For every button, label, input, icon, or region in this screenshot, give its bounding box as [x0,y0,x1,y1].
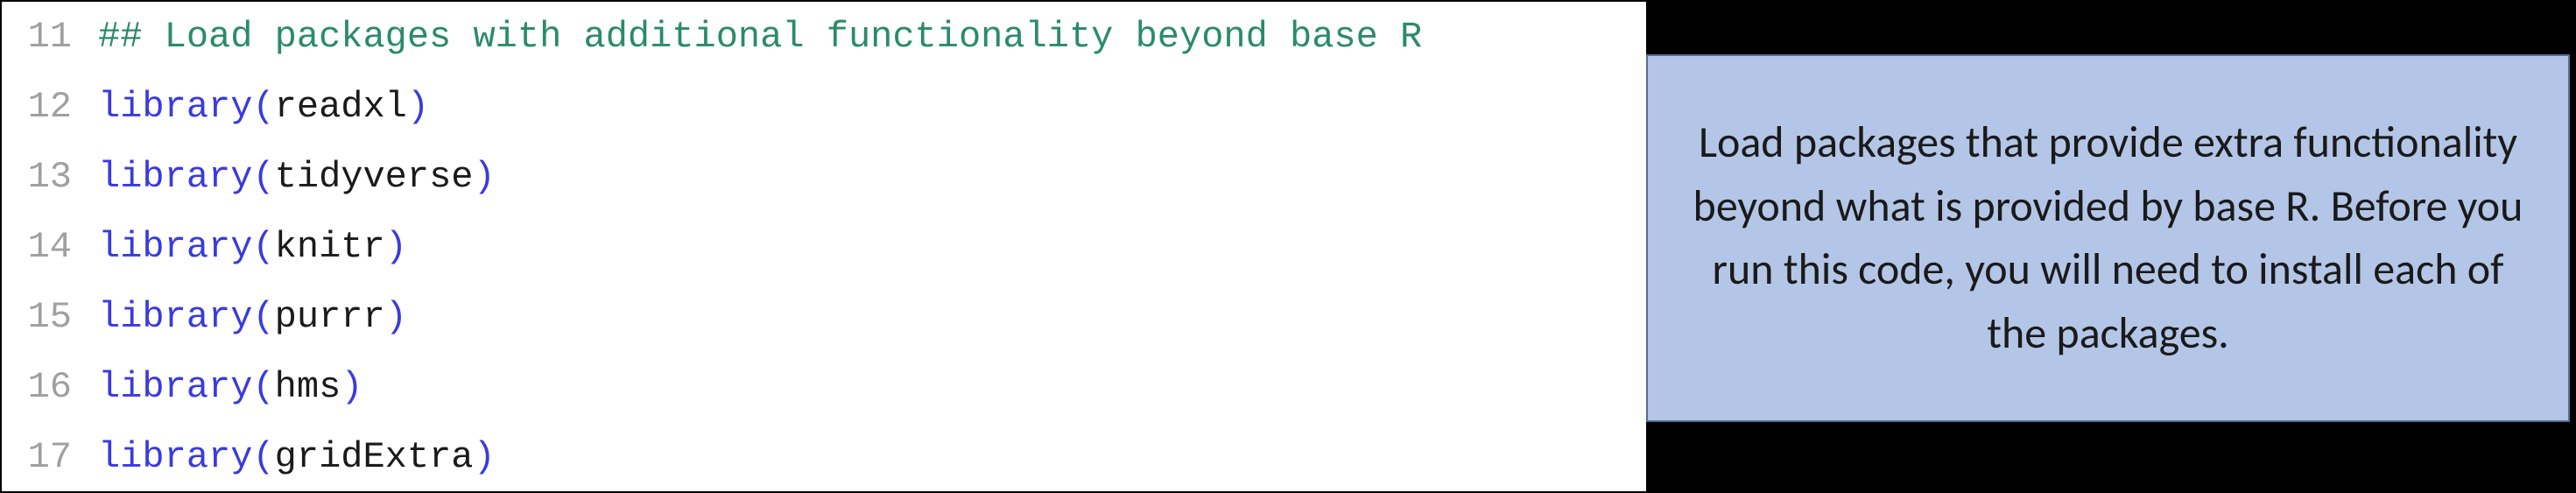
callout-box: Load packages that provide extra functio… [1646,54,2570,422]
line-number: 12 [2,72,72,142]
open-paren: ( [252,86,274,128]
editor-container: 11 12 13 14 15 16 17 ## Load packages wi… [0,0,2576,493]
close-paren: ) [385,296,407,338]
line-number: 16 [2,352,72,422]
close-paren: ) [474,436,496,478]
right-panel: Load packages that provide extra functio… [1646,2,2574,491]
function-name: library [98,366,252,408]
code-line-comment[interactable]: ## Load packages with additional functio… [98,2,1646,72]
callout-text: Load packages that provide extra functio… [1683,111,2533,365]
close-paren: ) [385,226,407,268]
line-number: 11 [2,2,72,72]
argument: gridExtra [275,436,474,478]
code-line-call[interactable]: library(readxl) [98,72,1646,142]
argument: readxl [275,86,407,128]
close-paren: ) [341,366,362,408]
line-number: 14 [2,212,72,282]
argument: hms [275,366,341,408]
close-paren: ) [407,86,429,128]
code-line-call[interactable]: library(knitr) [98,212,1646,282]
line-number: 17 [2,422,72,492]
code-line-call[interactable]: library(hms) [98,352,1646,422]
open-paren: ( [252,226,274,268]
function-name: library [98,226,252,268]
function-name: library [98,296,252,338]
function-name: library [98,156,252,198]
line-number: 13 [2,142,72,212]
open-paren: ( [252,436,274,478]
code-line-call[interactable]: library(gridExtra) [98,422,1646,492]
function-name: library [98,86,252,128]
open-paren: ( [252,296,274,338]
argument: purrr [275,296,385,338]
function-name: library [98,436,252,478]
code-line-call[interactable]: library(tidyverse) [98,142,1646,212]
code-line-call[interactable]: library(purrr) [98,282,1646,352]
open-paren: ( [252,366,274,408]
line-number-gutter: 11 12 13 14 15 16 17 [2,2,89,491]
close-paren: ) [474,156,496,198]
argument: knitr [275,226,385,268]
open-paren: ( [252,156,274,198]
line-number: 15 [2,282,72,352]
argument: tidyverse [275,156,474,198]
code-area[interactable]: ## Load packages with additional functio… [89,2,1646,491]
comment-text: ## Load packages with additional functio… [98,16,1422,58]
